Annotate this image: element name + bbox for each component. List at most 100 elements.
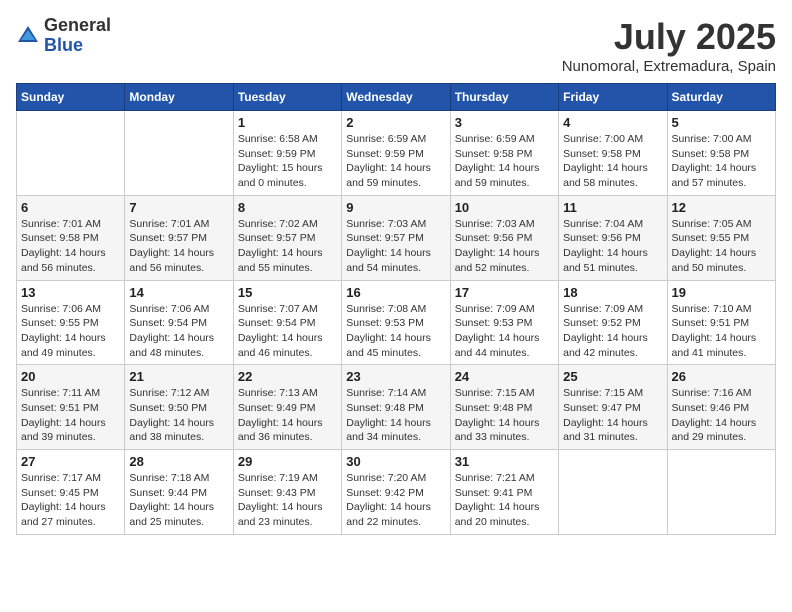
calendar-cell: 5 Sunrise: 7:00 AMSunset: 9:58 PMDaylight… <box>667 111 775 196</box>
calendar-week-row: 1Sunrise: 6:58 AMSunset: 9:59 PMDaylight… <box>17 111 776 196</box>
day-info: Sunrise: 7:06 AMSunset: 9:55 PMDaylight:… <box>21 302 120 361</box>
calendar-cell: 4 Sunrise: 7:00 AMSunset: 9:58 PMDaylight… <box>559 111 667 196</box>
calendar-cell: 15Sunrise: 7:07 AMSunset: 9:54 PMDayligh… <box>233 280 341 365</box>
day-info: Sunrise: 7:09 AMSunset: 9:52 PMDaylight:… <box>563 302 662 361</box>
day-number: 5 <box>672 115 771 130</box>
calendar-cell: 9 Sunrise: 7:03 AMSunset: 9:57 PMDaylight… <box>342 195 450 280</box>
calendar-week-row: 6 Sunrise: 7:01 AMSunset: 9:58 PMDaylight… <box>17 195 776 280</box>
weekday-header: Thursday <box>450 84 558 111</box>
day-info: Sunrise: 7:08 AMSunset: 9:53 PMDaylight:… <box>346 302 445 361</box>
day-number: 24 <box>455 369 554 384</box>
weekday-header: Friday <box>559 84 667 111</box>
calendar-cell <box>125 111 233 196</box>
month-title: July 2025 <box>562 16 776 58</box>
calendar-week-row: 20 Sunrise: 7:11 AMSunset: 9:51 PMDayligh… <box>17 365 776 450</box>
calendar-cell: 18 Sunrise: 7:09 AMSunset: 9:52 PMDayligh… <box>559 280 667 365</box>
day-info: Sunrise: 7:03 AMSunset: 9:56 PMDaylight:… <box>455 217 554 276</box>
calendar-cell: 14 Sunrise: 7:06 AMSunset: 9:54 PMDayligh… <box>125 280 233 365</box>
day-number: 17 <box>455 285 554 300</box>
day-number: 18 <box>563 285 662 300</box>
calendar-cell <box>559 450 667 535</box>
day-info: Sunrise: 7:02 AMSunset: 9:57 PMDaylight:… <box>238 217 337 276</box>
day-info: Sunrise: 7:18 AMSunset: 9:44 PMDaylight:… <box>129 471 228 530</box>
calendar-cell: 25 Sunrise: 7:15 AMSunset: 9:47 PMDayligh… <box>559 365 667 450</box>
logo: General Blue <box>16 16 111 56</box>
day-info: Sunrise: 7:09 AMSunset: 9:53 PMDaylight:… <box>455 302 554 361</box>
calendar-cell: 17 Sunrise: 7:09 AMSunset: 9:53 PMDayligh… <box>450 280 558 365</box>
calendar-cell: 30Sunrise: 7:20 AMSunset: 9:42 PMDayligh… <box>342 450 450 535</box>
day-number: 7 <box>129 200 228 215</box>
weekday-header: Sunday <box>17 84 125 111</box>
day-info: Sunrise: 7:14 AMSunset: 9:48 PMDaylight:… <box>346 386 445 445</box>
calendar-cell: 24 Sunrise: 7:15 AMSunset: 9:48 PMDayligh… <box>450 365 558 450</box>
day-info: Sunrise: 7:13 AMSunset: 9:49 PMDaylight:… <box>238 386 337 445</box>
calendar-cell: 29 Sunrise: 7:19 AMSunset: 9:43 PMDayligh… <box>233 450 341 535</box>
calendar-cell: 20 Sunrise: 7:11 AMSunset: 9:51 PMDayligh… <box>17 365 125 450</box>
day-number: 21 <box>129 369 228 384</box>
day-number: 1 <box>238 115 337 130</box>
day-number: 26 <box>672 369 771 384</box>
calendar-cell: 7 Sunrise: 7:01 AMSunset: 9:57 PMDaylight… <box>125 195 233 280</box>
day-info: Sunrise: 7:15 AMSunset: 9:48 PMDaylight:… <box>455 386 554 445</box>
title-block: July 2025 Nunomoral, Extremadura, Spain <box>562 16 776 75</box>
weekday-header: Saturday <box>667 84 775 111</box>
day-number: 2 <box>346 115 445 130</box>
logo-blue: Blue <box>44 35 83 55</box>
weekday-header-row: SundayMondayTuesdayWednesdayThursdayFrid… <box>17 84 776 111</box>
day-info: Sunrise: 7:11 AMSunset: 9:51 PMDaylight:… <box>21 386 120 445</box>
day-info: Sunrise: 7:16 AMSunset: 9:46 PMDaylight:… <box>672 386 771 445</box>
day-info: Sunrise: 7:00 AMSunset: 9:58 PMDaylight:… <box>672 132 771 191</box>
logo-general: General <box>44 15 111 35</box>
calendar-cell: 10Sunrise: 7:03 AMSunset: 9:56 PMDayligh… <box>450 195 558 280</box>
calendar-cell: 28Sunrise: 7:18 AMSunset: 9:44 PMDayligh… <box>125 450 233 535</box>
day-number: 29 <box>238 454 337 469</box>
day-number: 4 <box>563 115 662 130</box>
calendar-cell: 1Sunrise: 6:58 AMSunset: 9:59 PMDaylight… <box>233 111 341 196</box>
calendar-cell <box>17 111 125 196</box>
calendar-cell: 22Sunrise: 7:13 AMSunset: 9:49 PMDayligh… <box>233 365 341 450</box>
day-number: 14 <box>129 285 228 300</box>
calendar-cell: 19Sunrise: 7:10 AMSunset: 9:51 PMDayligh… <box>667 280 775 365</box>
calendar-cell: 27 Sunrise: 7:17 AMSunset: 9:45 PMDayligh… <box>17 450 125 535</box>
day-number: 20 <box>21 369 120 384</box>
day-info: Sunrise: 7:15 AMSunset: 9:47 PMDaylight:… <box>563 386 662 445</box>
calendar-cell: 6 Sunrise: 7:01 AMSunset: 9:58 PMDaylight… <box>17 195 125 280</box>
weekday-header: Tuesday <box>233 84 341 111</box>
day-info: Sunrise: 7:07 AMSunset: 9:54 PMDaylight:… <box>238 302 337 361</box>
day-info: Sunrise: 7:06 AMSunset: 9:54 PMDaylight:… <box>129 302 228 361</box>
calendar-cell <box>667 450 775 535</box>
logo-icon <box>16 24 40 48</box>
day-number: 19 <box>672 285 771 300</box>
calendar-week-row: 13 Sunrise: 7:06 AMSunset: 9:55 PMDayligh… <box>17 280 776 365</box>
day-number: 25 <box>563 369 662 384</box>
weekday-header: Wednesday <box>342 84 450 111</box>
day-number: 6 <box>21 200 120 215</box>
calendar-table: SundayMondayTuesdayWednesdayThursdayFrid… <box>16 83 776 535</box>
calendar-cell: 12Sunrise: 7:05 AMSunset: 9:55 PMDayligh… <box>667 195 775 280</box>
day-number: 9 <box>346 200 445 215</box>
day-info: Sunrise: 7:01 AMSunset: 9:58 PMDaylight:… <box>21 217 120 276</box>
day-info: Sunrise: 7:00 AMSunset: 9:58 PMDaylight:… <box>563 132 662 191</box>
day-info: Sunrise: 7:12 AMSunset: 9:50 PMDaylight:… <box>129 386 228 445</box>
day-info: Sunrise: 7:04 AMSunset: 9:56 PMDaylight:… <box>563 217 662 276</box>
calendar-cell: 11Sunrise: 7:04 AMSunset: 9:56 PMDayligh… <box>559 195 667 280</box>
page-header: General Blue July 2025 Nunomoral, Extrem… <box>16 16 776 75</box>
day-number: 30 <box>346 454 445 469</box>
day-number: 13 <box>21 285 120 300</box>
day-info: Sunrise: 6:59 AMSunset: 9:59 PMDaylight:… <box>346 132 445 191</box>
day-number: 27 <box>21 454 120 469</box>
day-number: 12 <box>672 200 771 215</box>
day-info: Sunrise: 7:19 AMSunset: 9:43 PMDaylight:… <box>238 471 337 530</box>
calendar-cell: 26 Sunrise: 7:16 AMSunset: 9:46 PMDayligh… <box>667 365 775 450</box>
day-number: 8 <box>238 200 337 215</box>
day-info: Sunrise: 7:03 AMSunset: 9:57 PMDaylight:… <box>346 217 445 276</box>
day-info: Sunrise: 7:17 AMSunset: 9:45 PMDaylight:… <box>21 471 120 530</box>
calendar-cell: 3Sunrise: 6:59 AMSunset: 9:58 PMDaylight… <box>450 111 558 196</box>
calendar-cell: 31Sunrise: 7:21 AMSunset: 9:41 PMDayligh… <box>450 450 558 535</box>
calendar-cell: 21 Sunrise: 7:12 AMSunset: 9:50 PMDayligh… <box>125 365 233 450</box>
calendar-cell: 13 Sunrise: 7:06 AMSunset: 9:55 PMDayligh… <box>17 280 125 365</box>
calendar-cell: 16Sunrise: 7:08 AMSunset: 9:53 PMDayligh… <box>342 280 450 365</box>
day-number: 23 <box>346 369 445 384</box>
day-info: Sunrise: 7:01 AMSunset: 9:57 PMDaylight:… <box>129 217 228 276</box>
location-title: Nunomoral, Extremadura, Spain <box>562 58 776 75</box>
